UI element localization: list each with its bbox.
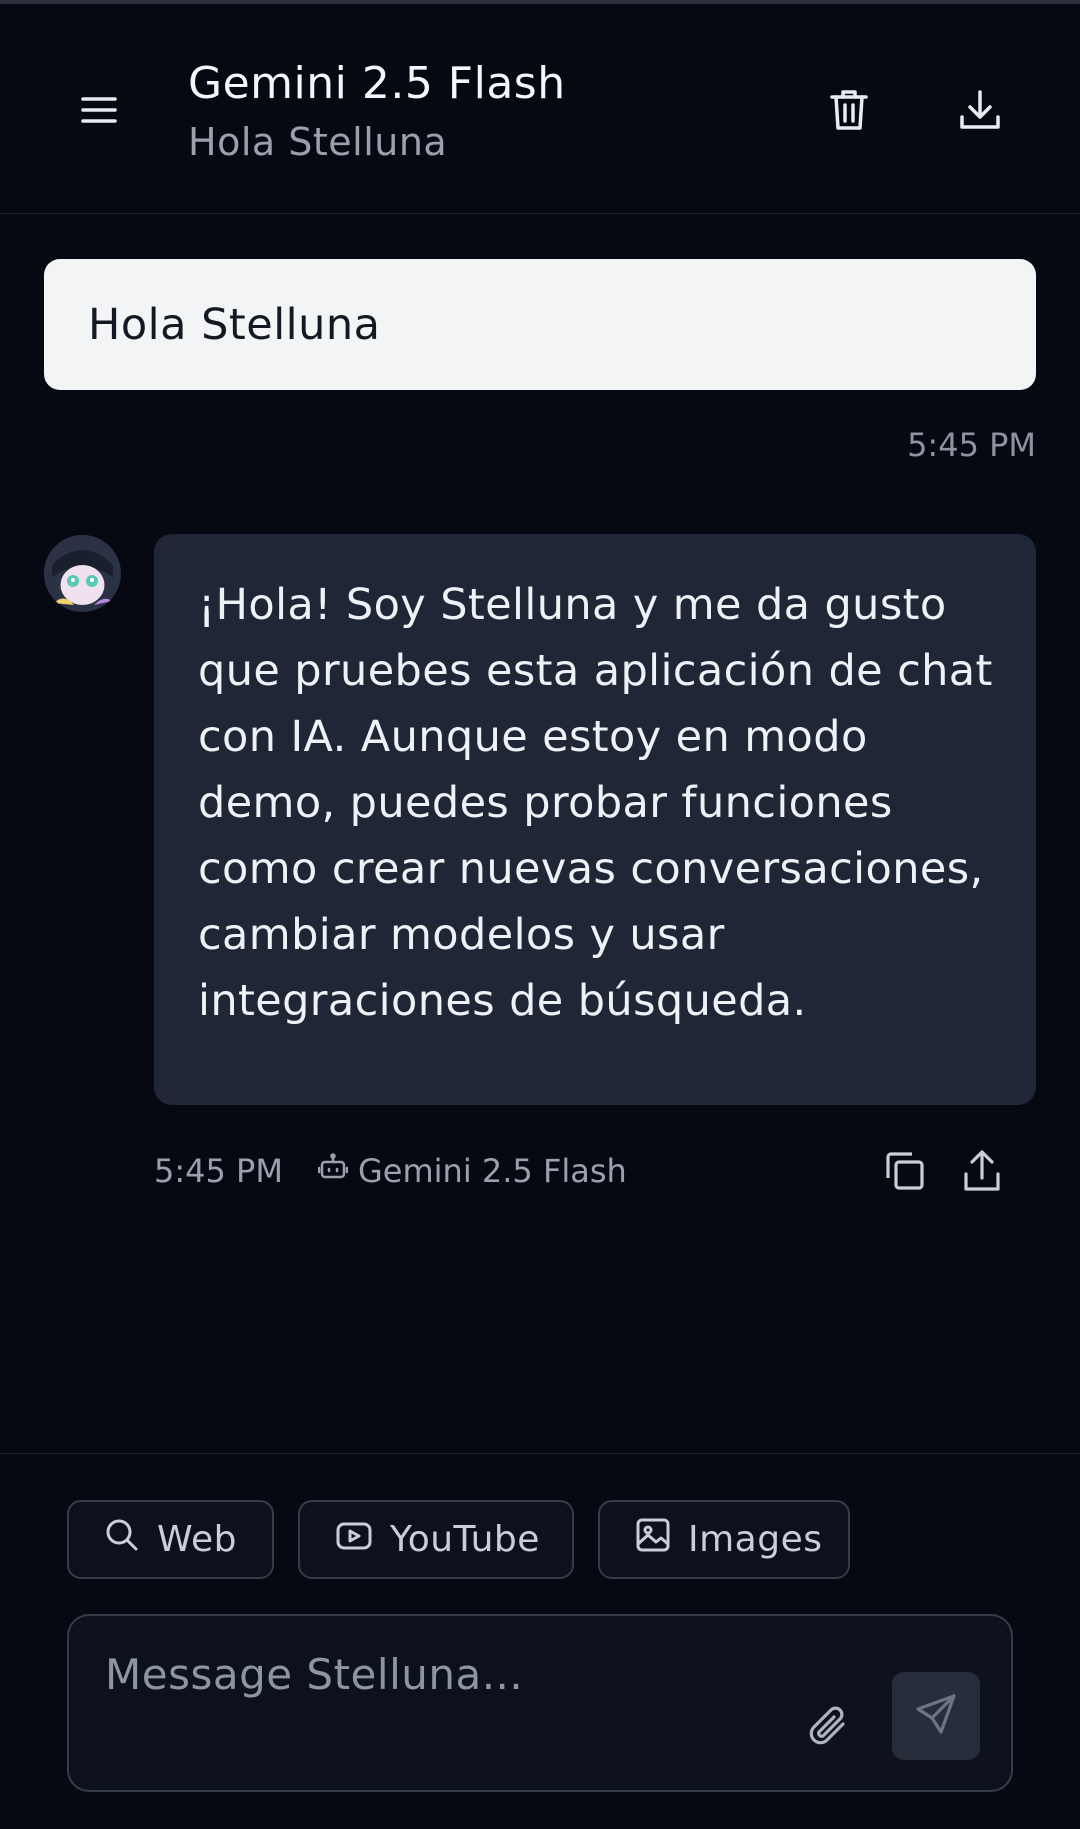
attach-button[interactable] [799, 1698, 859, 1758]
paperclip-icon [807, 1704, 851, 1752]
assistant-message-text: ¡Hola! Soy Stelluna y me da gusto que pr… [198, 580, 993, 1026]
user-message-time: 5:45 PM [907, 426, 1036, 464]
assistant-model-name: Gemini 2.5 Flash [358, 1152, 627, 1190]
trash-icon [830, 88, 868, 136]
assistant-message: ¡Hola! Soy Stelluna y me da gusto que pr… [154, 534, 1036, 1105]
message-composer [67, 1614, 1013, 1792]
assistant-message-meta: 5:45 PM Gemini 2.5 Flash [154, 1148, 1036, 1198]
menu-button[interactable] [67, 80, 131, 144]
youtube-search-chip[interactable]: YouTube [298, 1500, 574, 1579]
search-icon [105, 1518, 139, 1561]
download-chat-button[interactable] [948, 80, 1012, 144]
header-title: Gemini 2.5 Flash [188, 58, 566, 109]
download-icon [959, 89, 1001, 135]
composer-divider [0, 1453, 1080, 1454]
assistant-model-label: Gemini 2.5 Flash [317, 1152, 627, 1190]
copy-icon [884, 1150, 926, 1196]
youtube-icon [336, 1519, 372, 1560]
menu-icon [81, 96, 117, 128]
assistant-avatar [44, 535, 121, 612]
youtube-search-chip-label: YouTube [390, 1519, 540, 1560]
header-subtitle: Hola Stelluna [188, 120, 448, 164]
user-message: Hola Stelluna [44, 259, 1036, 390]
images-search-chip-label: Images [688, 1519, 823, 1560]
send-button[interactable] [892, 1672, 980, 1760]
message-input[interactable] [103, 1644, 723, 1704]
web-search-chip[interactable]: Web [67, 1500, 274, 1579]
bot-icon [317, 1152, 349, 1190]
app-header: Gemini 2.5 Flash Hola Stelluna [0, 4, 1080, 214]
images-search-chip[interactable]: Images [598, 1500, 850, 1579]
image-icon [636, 1518, 670, 1561]
send-icon [914, 1692, 958, 1740]
user-message-text: Hola Stelluna [88, 299, 381, 350]
share-icon [963, 1150, 1001, 1196]
delete-chat-button[interactable] [817, 80, 881, 144]
assistant-message-time: 5:45 PM [154, 1152, 283, 1190]
web-search-chip-label: Web [157, 1519, 237, 1560]
copy-button[interactable] [880, 1148, 930, 1198]
share-button[interactable] [957, 1148, 1007, 1198]
